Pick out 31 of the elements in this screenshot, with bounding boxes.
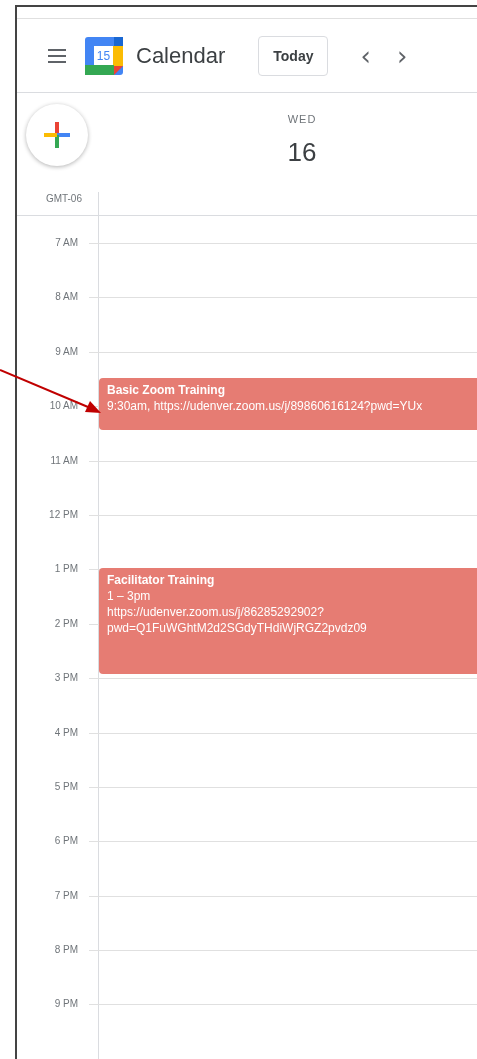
event-detail: 9:30am, https://udenver.zoom.us/j/89860616124?pwd=YUx bbox=[107, 398, 424, 414]
hour-label: 10 AM bbox=[49, 400, 78, 413]
event-title: Basic Zoom Training bbox=[107, 382, 227, 398]
event-detail: https://udenver.zoom.us/j/86285292902? bbox=[107, 604, 325, 621]
previous-button[interactable]: ‹ bbox=[356, 42, 375, 69]
app-name: Calendar bbox=[136, 42, 226, 69]
create-button[interactable] bbox=[26, 104, 88, 166]
hour-label: 9 AM bbox=[55, 345, 78, 358]
hour-label: 7 AM bbox=[55, 237, 78, 249]
hour-label: 11 AM bbox=[50, 454, 78, 467]
hour-label: 9 PM bbox=[54, 998, 78, 1011]
hour-label: 6 PM bbox=[54, 835, 78, 848]
weekday-label: WED bbox=[287, 113, 317, 125]
event-detail: 1 – 3pm bbox=[107, 588, 152, 605]
event-detail: pwd=Q1FuWGhtM2d2SGdyTHdiWjRGZ2pvdz09 bbox=[107, 620, 368, 637]
today-button[interactable]: Today bbox=[258, 35, 329, 76]
calendar-logo-icon: 15 bbox=[85, 36, 123, 75]
plus-icon bbox=[42, 120, 72, 150]
next-button[interactable]: › bbox=[392, 42, 412, 69]
date-number[interactable]: 16 bbox=[287, 137, 317, 168]
hour-label: 7 PM bbox=[54, 889, 78, 902]
hour-label: 4 PM bbox=[54, 726, 78, 739]
event-title: Facilitator Training bbox=[107, 572, 216, 589]
timezone-label: GMT-06 bbox=[45, 193, 82, 204]
hour-label: 12 PM bbox=[49, 508, 78, 521]
hour-label: 5 PM bbox=[54, 780, 78, 793]
hour-label: 8 AM bbox=[55, 291, 78, 304]
hour-label: 2 PM bbox=[54, 617, 78, 630]
hour-label: 3 PM bbox=[54, 672, 78, 685]
hour-label: 8 PM bbox=[54, 944, 78, 957]
hour-label: 1 PM bbox=[54, 563, 78, 576]
